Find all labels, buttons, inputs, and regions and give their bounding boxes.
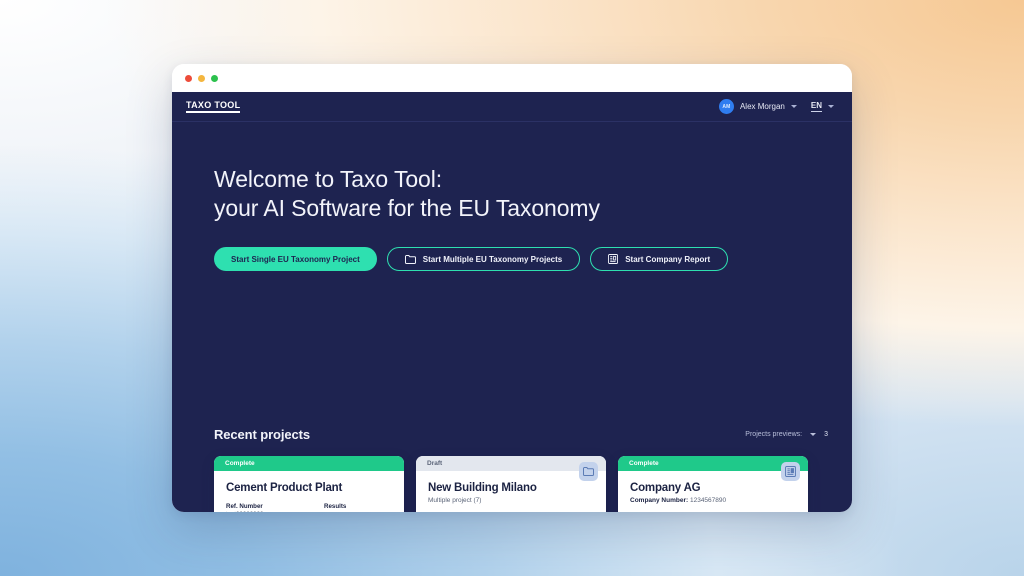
projects-previews-label: Projects previews:: [745, 430, 803, 438]
status-badge: Complete: [618, 456, 808, 471]
avatar: AM: [718, 99, 734, 114]
ref-number-value: test30062023: [226, 511, 312, 512]
report-icon: [608, 254, 619, 265]
donut-center-label: 70% Aligned: [520, 510, 594, 512]
close-window-button[interactable]: [185, 74, 192, 82]
ref-number-label: Ref. Number: [226, 503, 263, 510]
recent-projects-stage: Complete Cement Product Plant Ref. Numbe…: [172, 456, 852, 512]
hero-section: Welcome to Taxo Tool: your AI Software f…: [172, 122, 852, 412]
page-backdrop: TAXO TOOL AM Alex Morgan EN Welcome to T…: [0, 0, 1024, 576]
folder-icon: [404, 254, 416, 264]
page-title: Welcome to Taxo Tool: your AI Software f…: [214, 165, 852, 223]
minimize-window-button[interactable]: [198, 74, 205, 82]
start-multiple-projects-button[interactable]: Start Multiple EU Taxonomy Projects: [386, 247, 581, 272]
start-single-project-button[interactable]: Start Single EU Taxonomy Project: [214, 247, 377, 272]
start-company-report-button[interactable]: Start Company Report: [590, 247, 729, 272]
card-title: Cement Product Plant: [226, 482, 343, 494]
window-titlebar: [172, 64, 852, 92]
card-body: Company AG Company Number: 1234567890 Fi…: [618, 471, 808, 512]
company-number: Company Number: 1234567890: [630, 497, 796, 504]
user-name: Alex Morgan: [739, 102, 785, 111]
browser-window: TAXO TOOL AM Alex Morgan EN Welcome to T…: [172, 64, 852, 512]
card-title: New Building Milano: [428, 482, 537, 494]
chevron-down-icon: [828, 105, 834, 108]
card-subtitle: Multiple project (7): [428, 497, 482, 504]
card-columns: Ref. Number test30062023 Date 16.08.2023…: [226, 503, 392, 512]
brand-logo[interactable]: TAXO TOOL: [186, 100, 241, 113]
app-navbar: TAXO TOOL AM Alex Morgan EN: [172, 92, 852, 122]
company-number-value: 1234567890: [689, 497, 727, 504]
card-body: Cement Product Plant Ref. Number test300…: [214, 471, 404, 512]
cta-button-row: Start Single EU Taxonomy Project Start M…: [214, 247, 852, 272]
start-company-report-label: Start Company Report: [625, 254, 711, 264]
language-selector[interactable]: EN: [810, 100, 834, 112]
headline-line-2: your AI Software for the EU Taxonomy: [214, 195, 600, 222]
donut-chart: 70% Aligned: [520, 510, 594, 512]
start-single-project-label: Start Single EU Taxonomy Project: [231, 254, 360, 264]
navbar-right: AM Alex Morgan EN: [718, 99, 834, 114]
card-title: Company AG: [630, 482, 701, 494]
chevron-down-icon: [790, 105, 797, 108]
project-card-list: Complete Cement Product Plant Ref. Numbe…: [214, 456, 810, 512]
project-card[interactable]: Draft New Building Milano Multiple proje…: [416, 456, 606, 512]
project-card[interactable]: Complete Company AG Company Number: 1234…: [618, 456, 808, 512]
card-details-column: Ref. Number test30062023 Date 16.08.2023…: [226, 503, 312, 512]
language-code: EN: [810, 100, 822, 112]
project-card[interactable]: Complete Cement Product Plant Ref. Numbe…: [214, 456, 404, 512]
status-badge: Draft: [416, 456, 606, 471]
status-badge: Complete: [214, 456, 404, 471]
maximize-window-button[interactable]: [211, 74, 218, 82]
user-menu[interactable]: AM Alex Morgan: [718, 99, 797, 114]
recent-projects-header: Recent projects Projects previews: 3: [172, 412, 852, 456]
results-label: Results: [324, 503, 347, 510]
card-results-column: Results Taxonomy capability Substantial …: [324, 503, 392, 512]
projects-previews-control[interactable]: Projects previews: 3: [745, 431, 828, 438]
projects-previews-count: 3: [824, 430, 828, 438]
donut-chart-wrap: 70% Aligned: [520, 510, 594, 512]
company-number-label: Company Number:: [630, 497, 689, 504]
chevron-down-icon: [810, 432, 817, 436]
recent-projects-title: Recent projects: [214, 426, 311, 442]
headline-line-1: Welcome to Taxo Tool:: [214, 166, 443, 192]
start-multiple-projects-label: Start Multiple EU Taxonomy Projects: [422, 254, 563, 264]
card-body: New Building Milano Multiple project (7)…: [416, 471, 606, 512]
